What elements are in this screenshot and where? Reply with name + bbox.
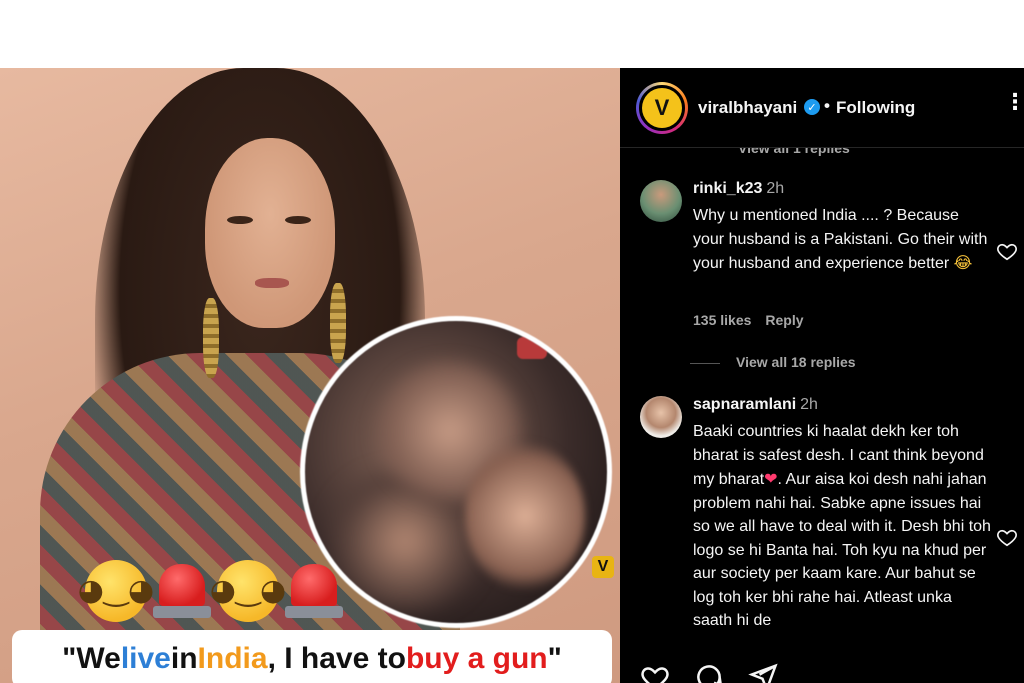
comment-username[interactable]: sapnaramlani 2h xyxy=(693,396,818,414)
comments-panel: V viralbhayani ✓ • Following ⋮ View all … xyxy=(620,68,1024,683)
comment-time: 2h xyxy=(766,180,785,197)
comment-username[interactable]: rinki_k23 2h xyxy=(693,180,784,198)
viral-logo-icon: V xyxy=(642,88,682,128)
laughing-emoji-icon: 😂 xyxy=(953,253,973,272)
comment-avatar[interactable] xyxy=(640,180,682,222)
verified-badge-icon: ✓ xyxy=(804,99,820,115)
flushed-face-emoji-icon: ◕‿◕ xyxy=(78,560,154,622)
header-dot: • xyxy=(824,96,830,115)
blurred-inset-photo xyxy=(300,316,612,628)
comment-time: 2h xyxy=(800,396,818,413)
caption-part: "We xyxy=(62,642,121,675)
caption-part-india: India xyxy=(197,642,268,675)
like-comment-heart-icon[interactable] xyxy=(996,526,1018,548)
share-icon[interactable] xyxy=(748,662,778,683)
post-media[interactable]: V ◕‿◕ ◕‿◕ "We live in India, I have to b… xyxy=(0,68,620,683)
comment-likes[interactable]: 135 likes xyxy=(693,312,751,328)
comment-item: sapnaramlani 2h Baaki countries ki haalat… xyxy=(640,396,1017,656)
comment-item: rinki_k23 2h Why u mentioned India .... ?… xyxy=(640,180,1017,360)
caption-part: " xyxy=(547,642,562,675)
emoji-row: ◕‿◕ ◕‿◕ xyxy=(78,560,345,622)
caption-part: , I have to xyxy=(267,642,406,675)
caption-part-live: live xyxy=(120,642,171,675)
caption-part-buy-a-gun: buy a gun xyxy=(405,642,548,675)
heart-icon[interactable] xyxy=(640,662,670,683)
comment-text: Why u mentioned India .... ? Because you… xyxy=(693,207,988,272)
following-button[interactable]: Following xyxy=(836,98,915,118)
comment-icon[interactable] xyxy=(694,662,724,683)
profile-avatar[interactable]: V xyxy=(636,82,688,134)
siren-emoji-icon xyxy=(151,560,213,622)
header-username[interactable]: viralbhayani xyxy=(698,98,797,118)
post-actions-bar xyxy=(620,658,1024,683)
heart-emoji-icon: ❤ xyxy=(764,469,778,488)
post-header: V viralbhayani ✓ • Following ⋮ xyxy=(620,68,1024,148)
siren-emoji-icon xyxy=(283,560,345,622)
photo-face xyxy=(205,138,335,328)
view-all-replies-link[interactable]: View all 18 replies xyxy=(690,354,856,370)
flushed-face-emoji-icon: ◕‿◕ xyxy=(210,560,286,622)
more-options-icon[interactable]: ⋮ xyxy=(1004,90,1024,115)
comment-text: Baaki countries ki haalat dekh ker toh b… xyxy=(693,423,991,629)
earring-right xyxy=(330,283,346,363)
comment-avatar[interactable] xyxy=(640,396,682,438)
reply-button[interactable]: Reply xyxy=(765,312,803,328)
comment-meta: 135 likes Reply xyxy=(693,312,818,328)
post-caption-banner: "We live in India, I have to buy a gun " xyxy=(12,630,612,683)
earring-left xyxy=(203,298,219,378)
like-comment-heart-icon[interactable] xyxy=(996,240,1018,262)
caption-part: in xyxy=(170,642,198,675)
watermark-logo: V xyxy=(592,556,614,578)
